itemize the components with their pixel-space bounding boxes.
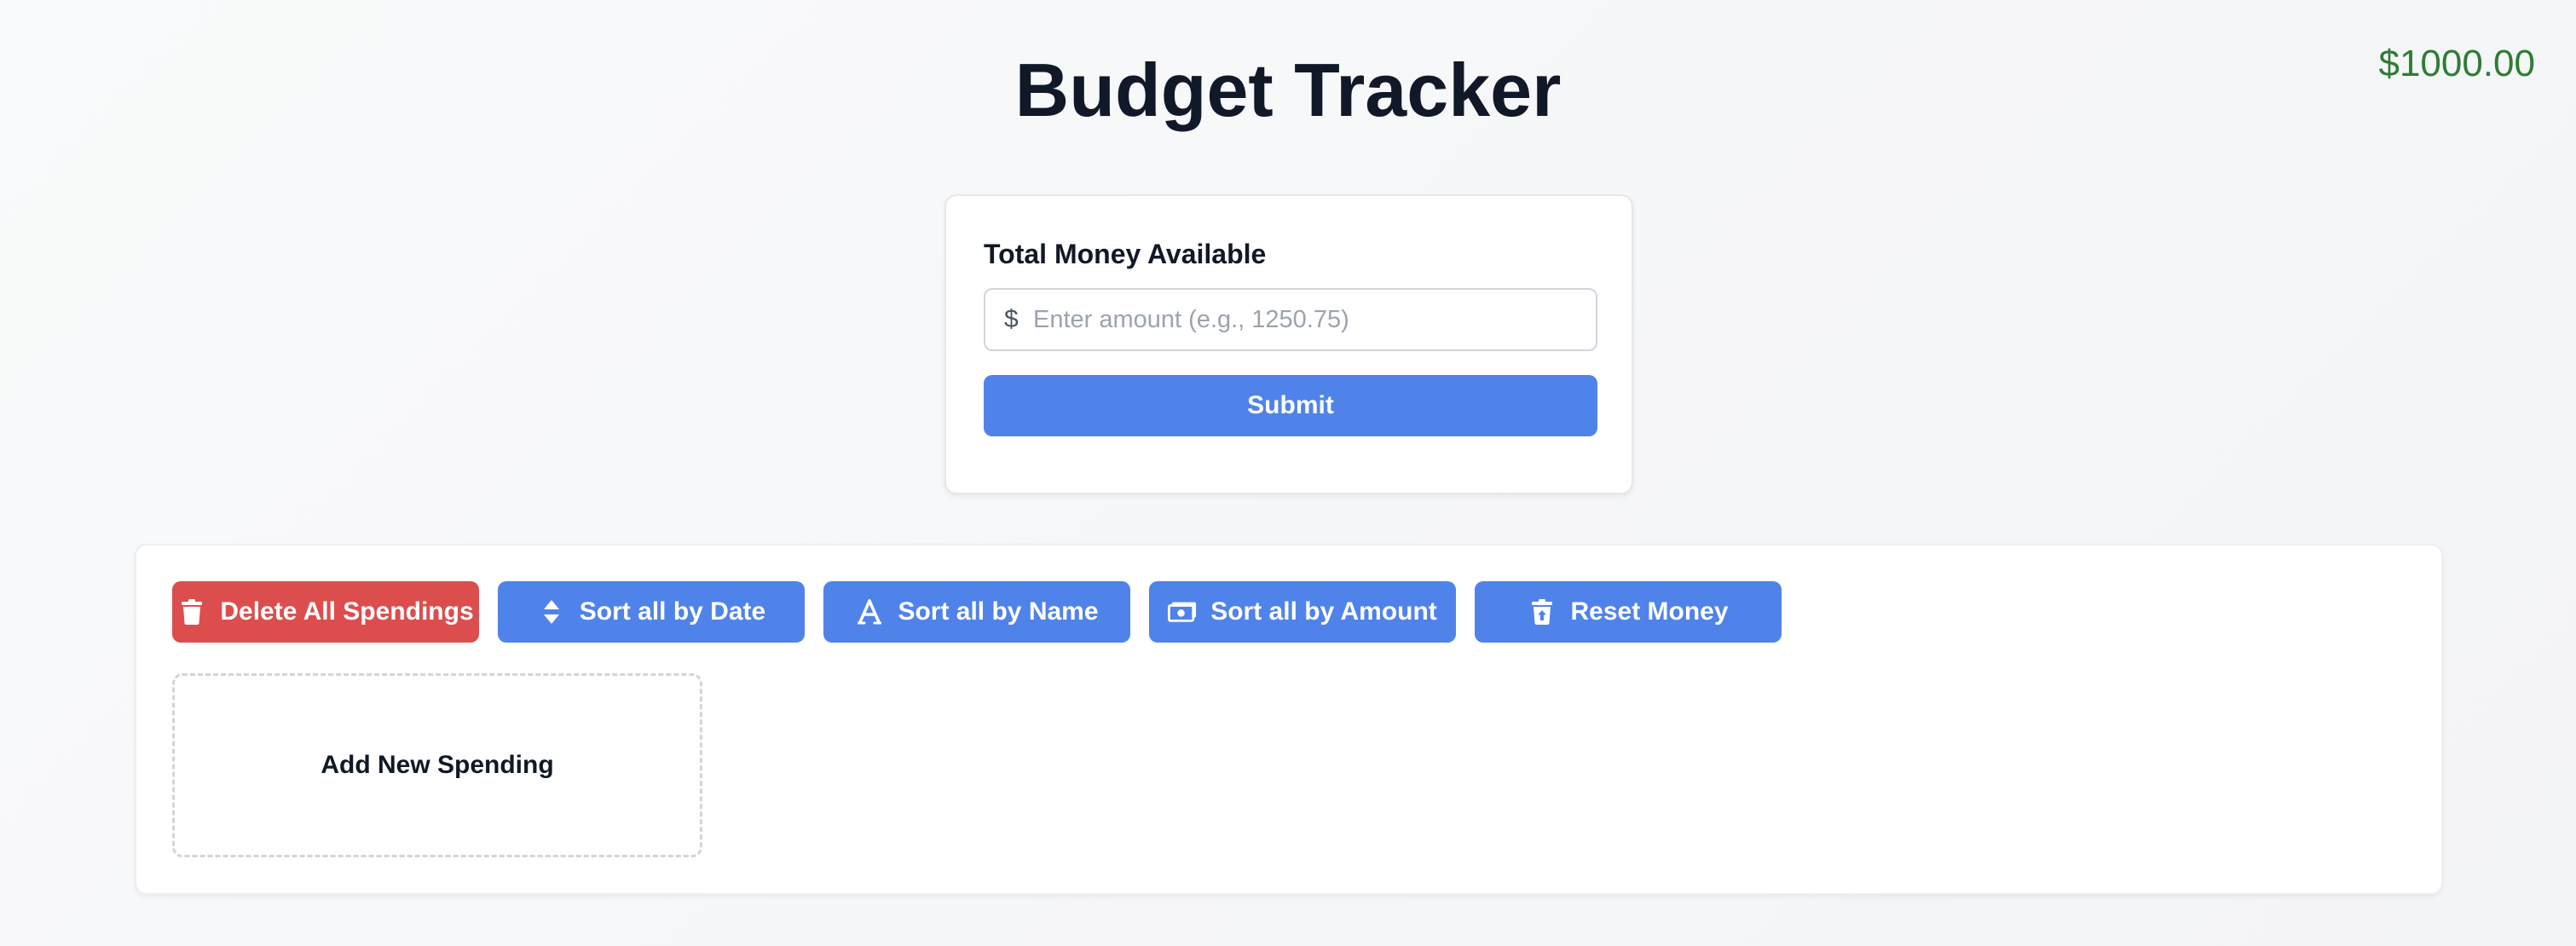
money-input-wrapper: $: [984, 288, 1597, 351]
sort-by-name-button[interactable]: Sort all by Name: [823, 581, 1130, 643]
sort-by-amount-label: Sort all by Amount: [1210, 597, 1437, 626]
sort-icon: [537, 597, 566, 626]
total-money-card: Total Money Available $ Submit: [944, 194, 1633, 494]
add-new-spending-card[interactable]: Add New Spending: [172, 673, 702, 857]
sort-by-date-button[interactable]: Sort all by Date: [498, 581, 805, 643]
currency-symbol: $: [1004, 305, 1019, 333]
font-icon: [855, 597, 884, 626]
reset-money-button[interactable]: Reset Money: [1475, 581, 1782, 643]
page-title: Budget Tracker: [1014, 48, 1562, 132]
spendings-panel: Delete All Spendings Sort all by Date So…: [135, 544, 2443, 895]
sort-by-date-label: Sort all by Date: [579, 597, 766, 626]
submit-button[interactable]: Submit: [984, 375, 1597, 436]
total-money-label: Total Money Available: [984, 239, 1267, 269]
delete-all-spendings-label: Delete All Spendings: [220, 597, 474, 626]
add-new-spending-label: Add New Spending: [321, 751, 554, 779]
trash-restore-icon: [1528, 597, 1557, 626]
spendings-toolbar: Delete All Spendings Sort all by Date So…: [172, 581, 1782, 643]
delete-all-spendings-button[interactable]: Delete All Spendings: [172, 581, 479, 643]
trash-icon: [177, 597, 206, 626]
sort-by-amount-button[interactable]: Sort all by Amount: [1149, 581, 1456, 643]
money-amount-input[interactable]: [1033, 290, 1579, 349]
reset-money-label: Reset Money: [1570, 597, 1729, 626]
sort-by-name-label: Sort all by Name: [898, 597, 1099, 626]
money-bill-icon: [1168, 597, 1197, 626]
